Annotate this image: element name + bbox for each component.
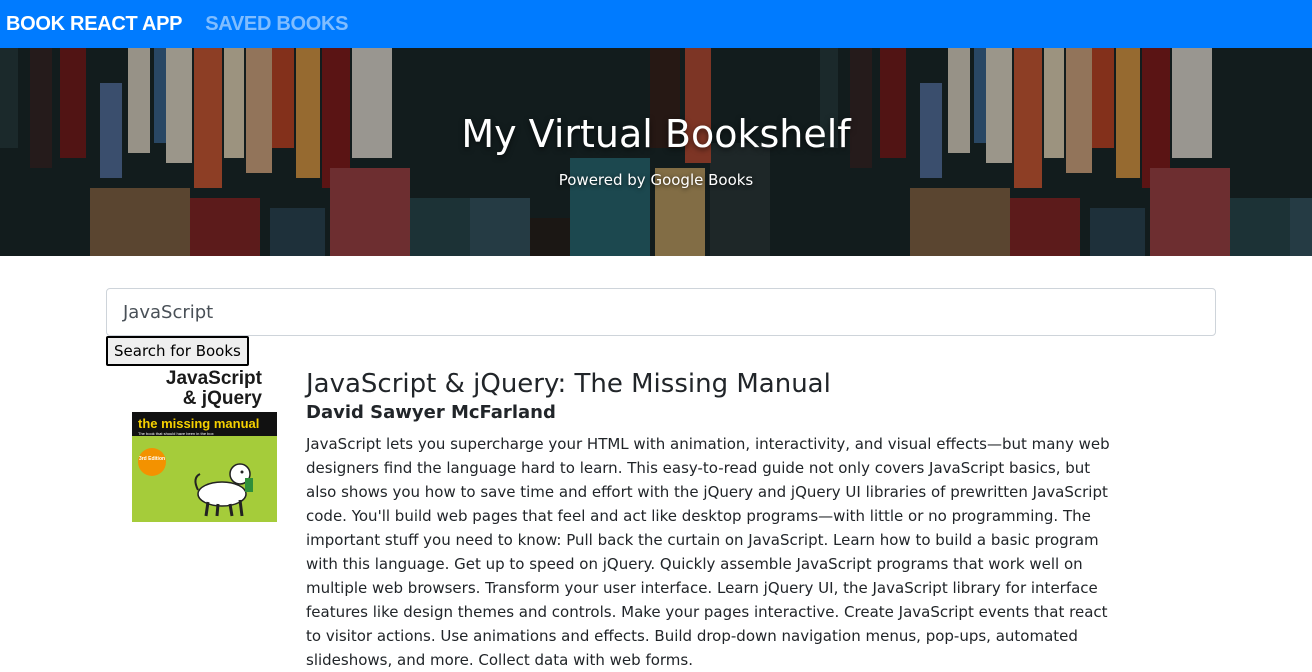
search-input-value: JavaScript (123, 301, 214, 323)
cover-tagline: The book that should have been in the bo… (138, 431, 214, 436)
cover-series-banner: the missing manual (138, 416, 259, 431)
book-author: David Sawyer McFarland (306, 402, 556, 423)
hero-subtitle: Powered by Google Books (558, 171, 754, 189)
navbar: BOOK REACT APP SAVED BOOKS (0, 0, 1312, 48)
saved-books-link[interactable]: SAVED BOOKS (205, 13, 348, 36)
search-button[interactable]: Search for Books (106, 336, 249, 366)
cover-edition-badge: 3rd Edition (139, 456, 165, 462)
hero-text: My Virtual Bookshelf Powered by Google B… (0, 48, 1312, 256)
page-title: My Virtual Bookshelf (461, 112, 851, 156)
cover-title-line1: JavaScript (166, 368, 263, 389)
book-cover-image: JavaScript & jQuery the missing manual T… (122, 366, 277, 522)
book-info: JavaScript & jQuery: The Missing Manual … (306, 366, 1116, 672)
book-title: JavaScript & jQuery: The Missing Manual (306, 369, 831, 399)
brand-link[interactable]: BOOK REACT APP (6, 13, 182, 36)
cover-title-line2: & jQuery (183, 388, 263, 409)
hero-banner: My Virtual Bookshelf Powered by Google B… (0, 48, 1312, 256)
book-description: JavaScript lets you supercharge your HTM… (306, 435, 1110, 669)
search-input[interactable]: JavaScript (106, 288, 1216, 336)
search-form: JavaScript Search for Books (106, 288, 1216, 366)
